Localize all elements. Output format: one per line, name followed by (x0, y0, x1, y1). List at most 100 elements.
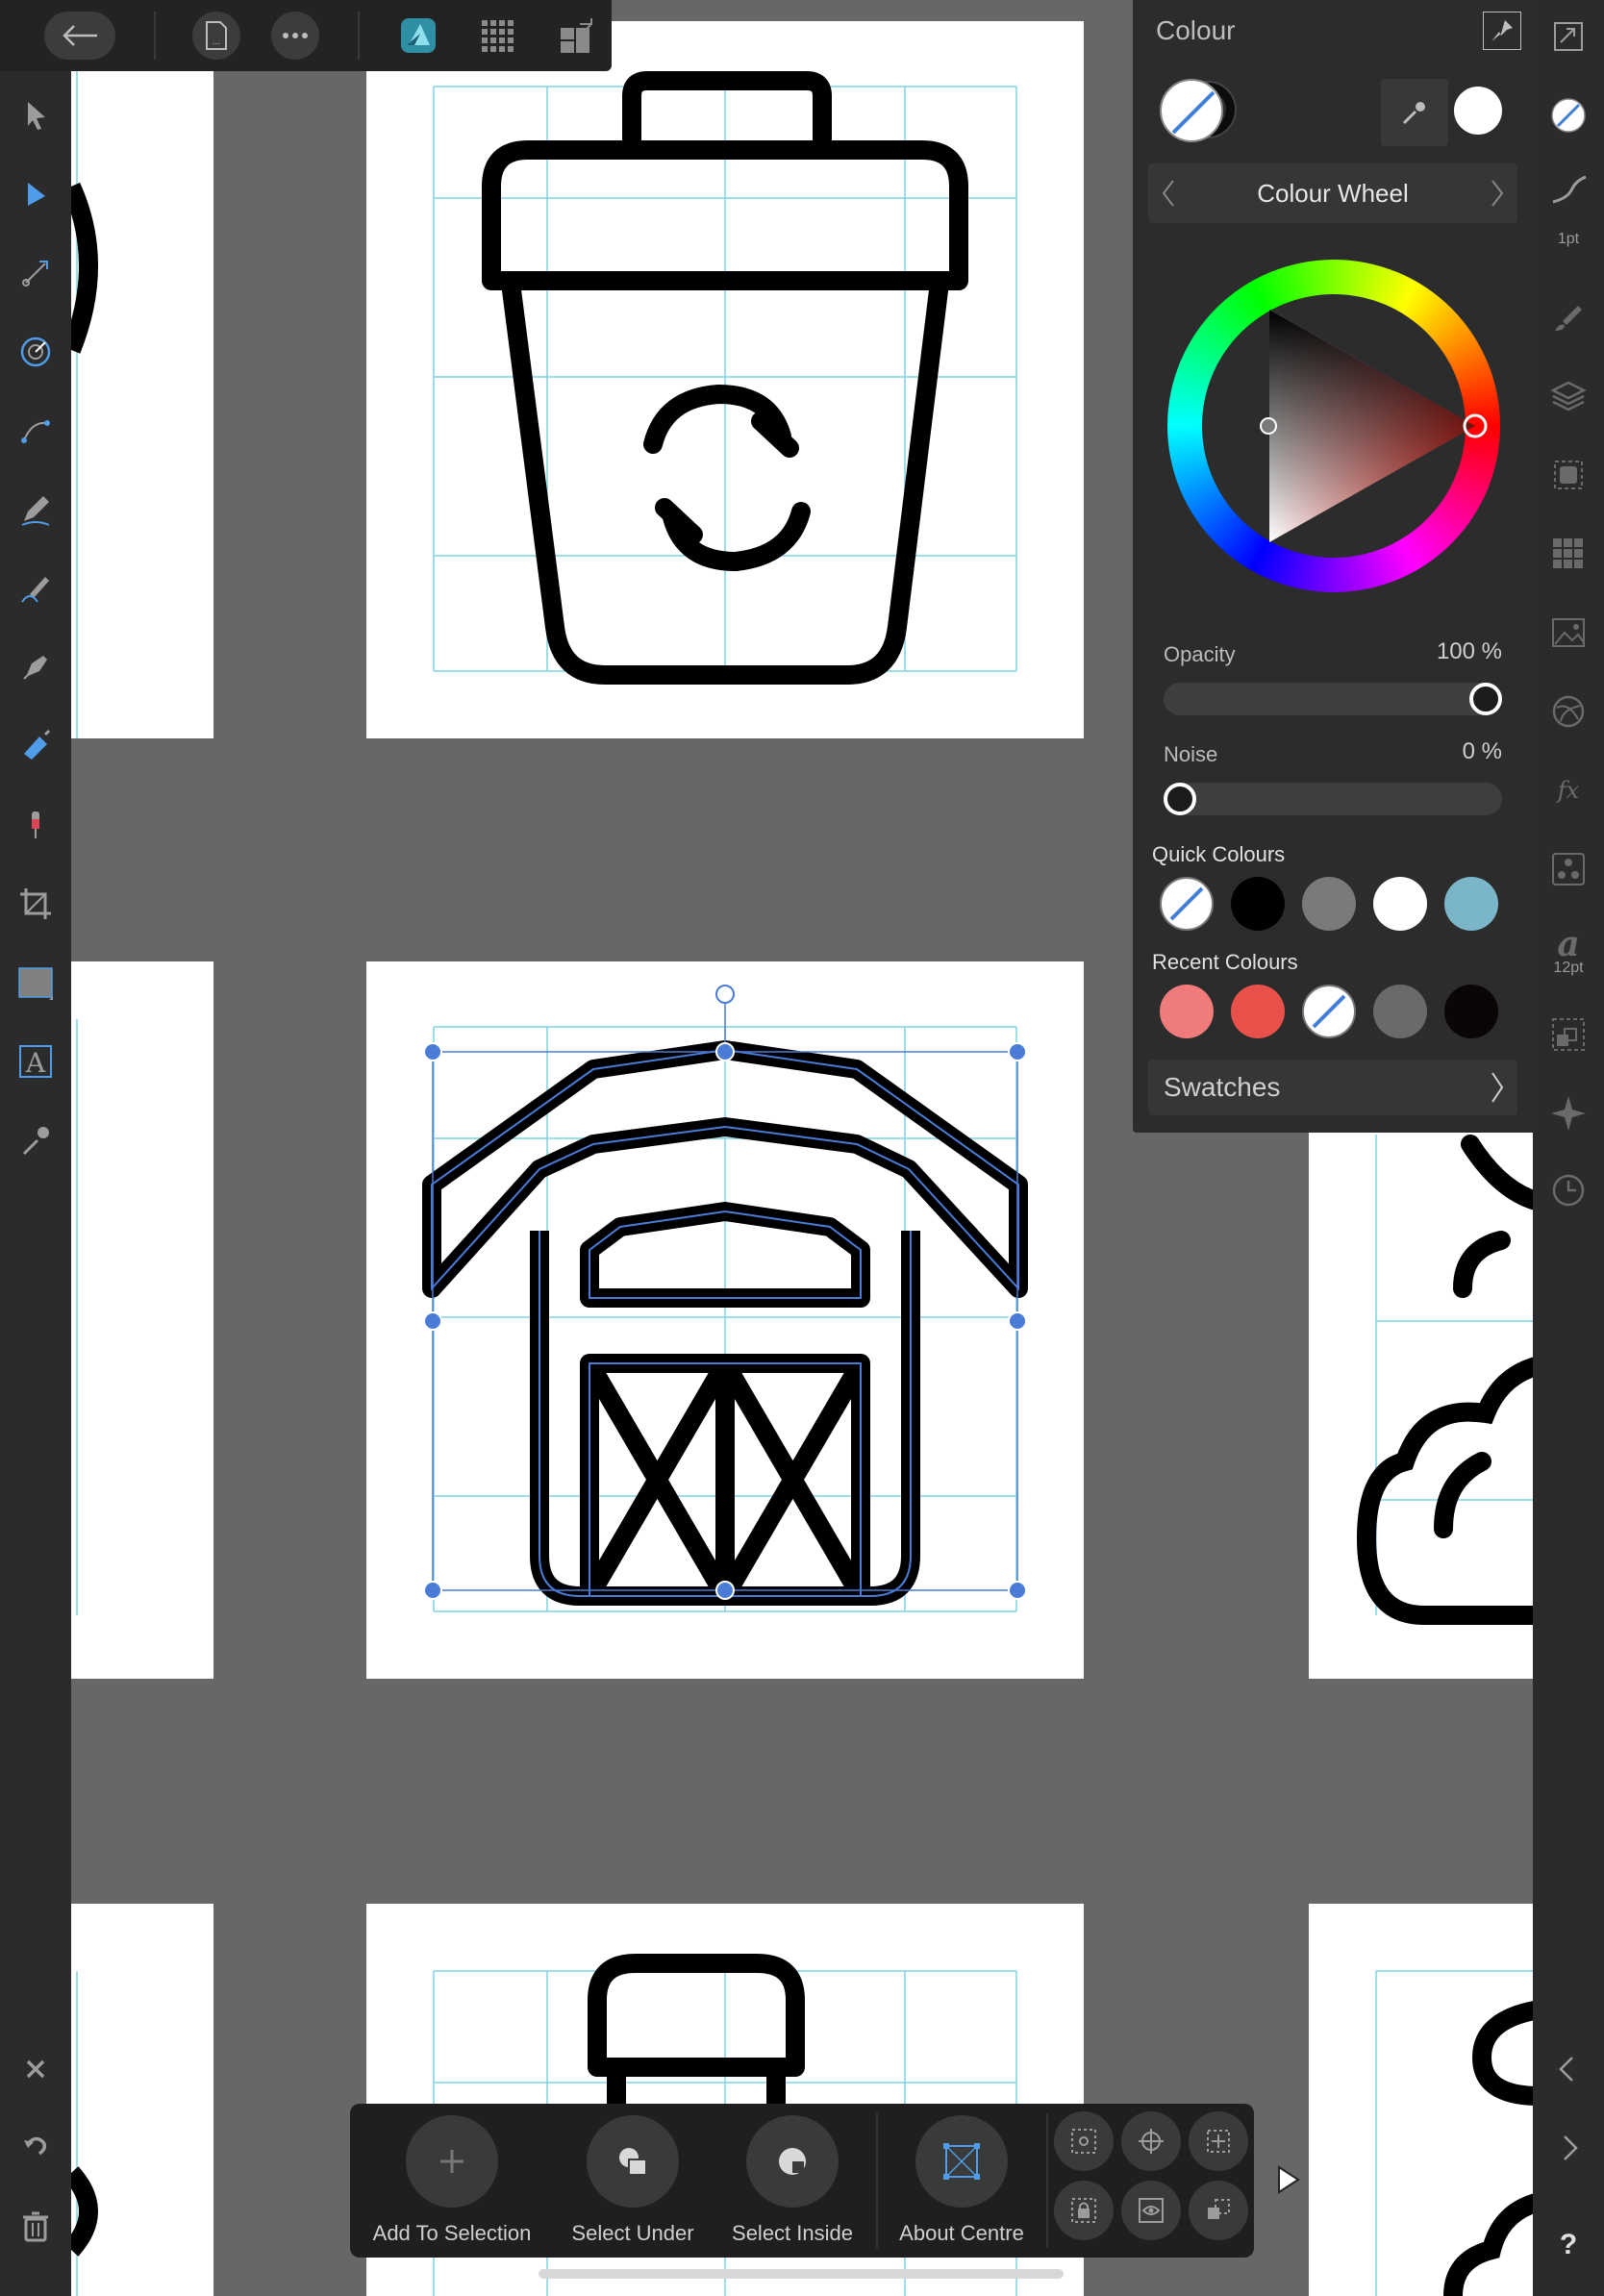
svg-text:A: A (25, 1047, 46, 1079)
swatches-label: Swatches (1164, 1072, 1281, 1102)
corner-tool-icon (20, 337, 51, 367)
svg-text:fx: fx (1556, 777, 1580, 804)
image-icon (1552, 618, 1585, 647)
next-button[interactable] (1545, 2125, 1591, 2171)
node-tool[interactable] (13, 171, 59, 217)
effects-studio-button[interactable]: fx (1545, 767, 1591, 813)
play-arrow-icon[interactable] (1273, 2163, 1302, 2196)
symbols-studio-button[interactable] (1545, 846, 1591, 892)
more-menu-button[interactable] (271, 12, 319, 60)
saturation-triangle[interactable] (1167, 260, 1500, 592)
brush-icon (1555, 306, 1582, 331)
stroke-studio-button[interactable] (1545, 167, 1591, 213)
colour-picker-tool[interactable] (13, 1117, 59, 1163)
fill-colour-well[interactable] (1160, 79, 1223, 142)
hide-selection-button[interactable] (1121, 2181, 1181, 2240)
artboard-recycle-bin[interactable] (366, 21, 1084, 738)
undo-button[interactable] (13, 2125, 59, 2171)
transform-origin-button[interactable] (1121, 2111, 1181, 2171)
vector-brush-tool[interactable] (13, 565, 59, 611)
pen-node-tool[interactable] (13, 408, 59, 454)
quick-colour-swatch[interactable] (1444, 877, 1498, 931)
effects-mask-studio-button[interactable] (1545, 452, 1591, 498)
colour-wheel[interactable] (1167, 260, 1500, 592)
back-button[interactable] (44, 12, 115, 60)
recent-colour-swatch[interactable] (1231, 985, 1285, 1038)
pencil-icon (21, 496, 50, 526)
designer-persona-icon (401, 18, 436, 53)
select-inside-button[interactable] (746, 2115, 839, 2208)
recent-colour-swatch[interactable] (1444, 985, 1498, 1038)
text-tool[interactable]: A (13, 1038, 59, 1085)
fill-stroke-selector[interactable] (1160, 79, 1235, 146)
designer-persona-button[interactable] (394, 12, 442, 60)
artboard-barn[interactable] (366, 961, 1084, 1679)
artboard-left-2[interactable] (71, 961, 213, 1679)
add-to-selection-button[interactable] (406, 2115, 498, 2208)
no-colour-icon (1312, 994, 1346, 1029)
delete-button[interactable] (13, 2204, 59, 2250)
colour-mode-selector[interactable]: Colour Wheel (1148, 163, 1517, 223)
arrange-button[interactable] (1189, 2181, 1248, 2240)
navigator-studio-button[interactable] (1545, 1090, 1591, 1136)
recent-colour-swatch[interactable] (1373, 985, 1427, 1038)
recent-colour-swatch[interactable] (1302, 985, 1356, 1038)
shape-tool[interactable] (13, 960, 59, 1006)
export-persona-button[interactable] (552, 12, 600, 60)
close-button[interactable] (13, 2046, 59, 2092)
artboard-left-1[interactable] (71, 71, 213, 738)
transparency-icon (32, 811, 39, 838)
quick-colour-swatch[interactable] (1231, 877, 1285, 931)
point-transform-tool[interactable] (13, 250, 59, 296)
export-persona-icon (561, 18, 592, 53)
move-tool[interactable] (13, 92, 59, 138)
transparency-tool[interactable] (13, 802, 59, 848)
colour-studio-button[interactable] (1545, 92, 1591, 138)
pencil-tool[interactable] (13, 487, 59, 533)
artboard-right-3[interactable] (1309, 1904, 1533, 2296)
pin-panel-button[interactable] (1483, 12, 1521, 50)
eyedropper-icon (22, 1127, 49, 1156)
previous-button[interactable] (1545, 2046, 1591, 2092)
opacity-slider[interactable] (1164, 683, 1502, 715)
transform-studio-button[interactable] (1545, 1011, 1591, 1058)
fullscreen-button[interactable] (1545, 13, 1591, 60)
history-studio-button[interactable] (1545, 1167, 1591, 1213)
text-studio-button[interactable]: a (1545, 919, 1591, 965)
picked-colour-swatch[interactable] (1454, 87, 1502, 135)
select-under-button[interactable] (587, 2115, 679, 2208)
layers-studio-button[interactable] (1545, 373, 1591, 419)
about-centre-button[interactable] (915, 2115, 1008, 2208)
swatches-studio-button[interactable] (1545, 531, 1591, 577)
artboard-art (71, 1971, 98, 2296)
recent-colour-swatch[interactable] (1160, 985, 1214, 1038)
help-button[interactable]: ? (1545, 2221, 1591, 2267)
lock-children-button[interactable] (1054, 2181, 1114, 2240)
corner-tool[interactable] (13, 329, 59, 375)
noise-slider[interactable] (1164, 783, 1502, 815)
pixel-persona-button[interactable] (473, 12, 521, 60)
brushes-studio-button[interactable] (1545, 294, 1591, 340)
quick-colour-swatch[interactable] (1373, 877, 1427, 931)
quick-colour-swatch[interactable] (1160, 877, 1214, 931)
artboard-left-3[interactable] (71, 1904, 213, 2296)
align-options-button[interactable] (1189, 2111, 1248, 2171)
undo-icon (24, 2136, 47, 2156)
assets-studio-button[interactable] (1545, 610, 1591, 656)
styles-icon (1552, 695, 1585, 728)
crop-tool[interactable] (13, 881, 59, 927)
chevron-right-icon (1564, 2135, 1578, 2160)
opacity-slider-knob[interactable] (1469, 683, 1502, 715)
pen-tool[interactable] (13, 644, 59, 690)
triangle-picker-handle[interactable] (1260, 417, 1277, 435)
noise-slider-knob[interactable] (1164, 783, 1196, 815)
snapping-options-button[interactable] (1054, 2111, 1114, 2171)
fill-tool[interactable] (13, 723, 59, 769)
styles-studio-button[interactable] (1545, 688, 1591, 735)
quick-colour-swatch[interactable] (1302, 877, 1356, 931)
eyedropper-button[interactable] (1381, 79, 1448, 146)
swatches-button[interactable]: Swatches (1148, 1060, 1517, 1115)
chevron-right-icon[interactable] (1489, 179, 1506, 208)
bezier-icon (21, 420, 50, 443)
document-menu-button[interactable]: ... (192, 12, 240, 60)
